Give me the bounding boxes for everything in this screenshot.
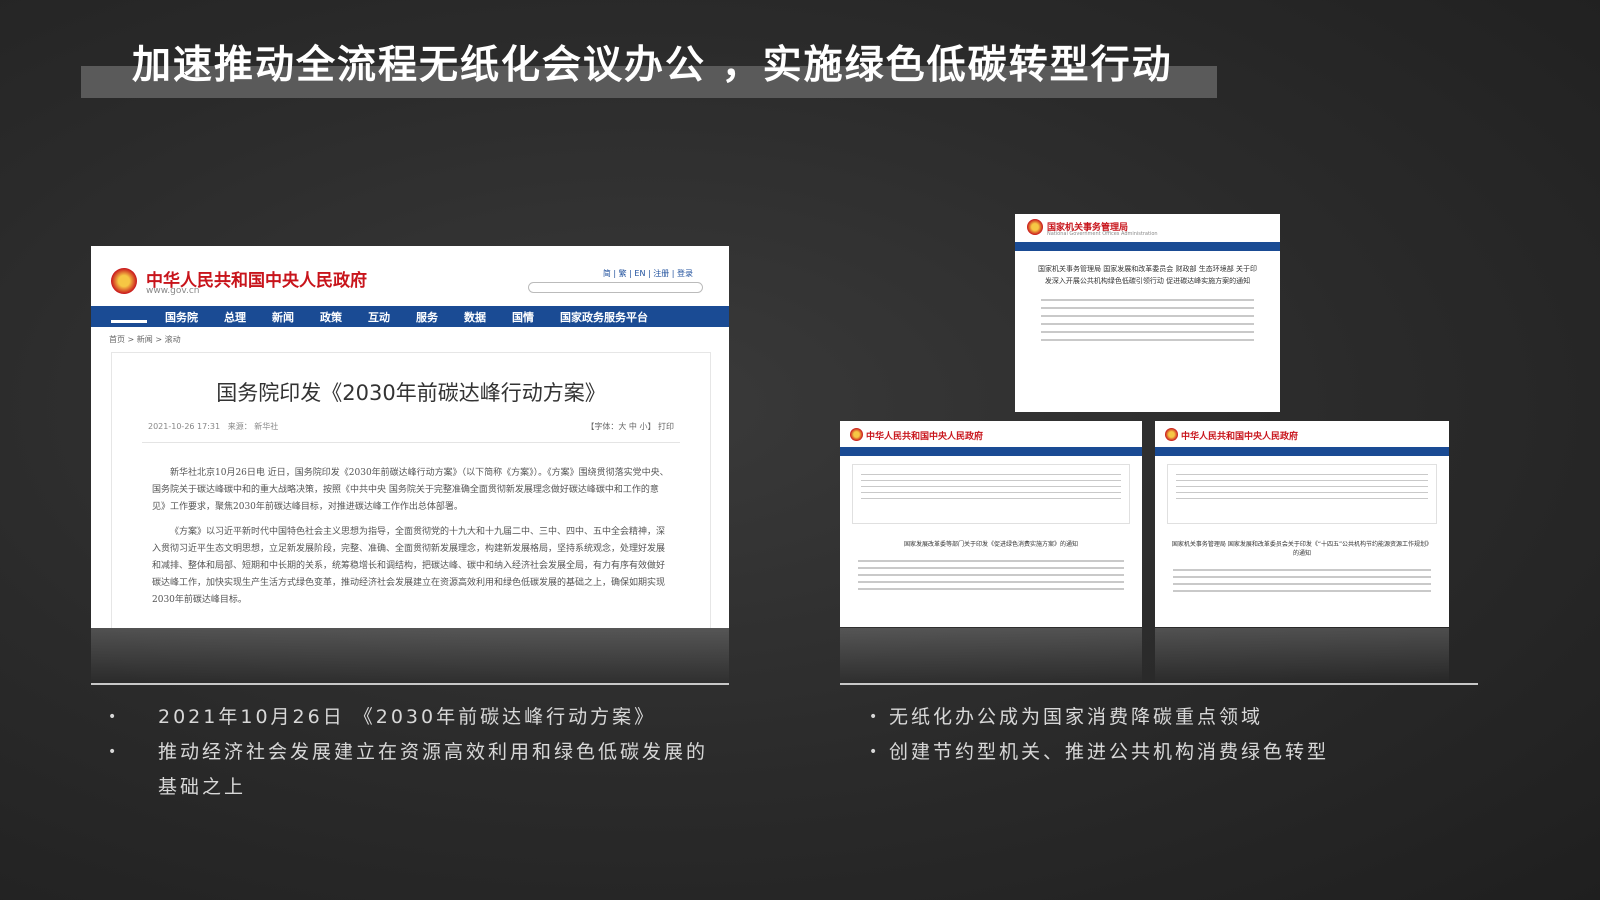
national-emblem-icon	[1165, 428, 1178, 441]
gao-header: 国家机关事务管理局 National Government Offices Ad…	[1015, 214, 1280, 242]
nav-item: 数据	[464, 310, 486, 324]
article-source: 来源： 新华社	[227, 422, 279, 431]
article-title: 国务院印发《2030年前碳达峰行动方案》	[216, 381, 606, 405]
ndrc-notice-screenshot: 中华人民共和国中央人民政府 国家发展改革委等部门关于印发《促进绿色消费实施方案》…	[840, 421, 1142, 627]
gov-site-url: www.gov.cn	[146, 286, 200, 296]
search-input	[528, 282, 703, 293]
plan-notice-screenshot: 中华人民共和国中央人民政府 国家机关事务管理局 国家发展和改革委员会关于印发《“…	[1155, 421, 1449, 627]
national-emblem-icon	[850, 428, 863, 441]
article-box: 国务院印发《2030年前碳达峰行动方案》 2021-10-26 17:31 来源…	[111, 352, 711, 628]
slide-title: 加速推动全流程无纸化会议办公 ，实施绿色低碳转型行动	[132, 43, 1173, 88]
gao-doc-body	[1015, 287, 1280, 353]
bullet-item: 创建节约型机关、推进公共机构消费绿色转型	[869, 735, 1469, 770]
article-body: 新华社北京10月26日电 近日，国务院印发《2030年前碳达峰行动方案》（以下简…	[112, 443, 710, 609]
rs-doc-title: 国家发展改革委等部门关于印发《促进绿色消费实施方案》的通知	[903, 541, 1078, 548]
bullet-list-left: 2021年10月26日 《2030年前碳达峰行动方案》 推动经济社会发展建立在资…	[108, 700, 728, 805]
nav-item: 国家政务服务平台	[560, 310, 648, 324]
rs-doc-body	[1155, 558, 1449, 603]
reflection	[91, 628, 729, 684]
nav-item: 互动	[368, 310, 390, 324]
article-tools: 【字体：大 中 小】 打印	[586, 422, 674, 431]
rs-nav	[840, 447, 1142, 456]
nav-item: 国情	[512, 310, 534, 324]
bullet-list-right: 无纸化办公成为国家消费降碳重点领域 创建节约型机关、推进公共机构消费绿色转型	[869, 700, 1469, 770]
article-paragraph: 《方案》以习近平新时代中国特色社会主义思想为指导，全面贯彻党的十九大和十九届二中…	[152, 527, 666, 605]
gao-nav	[1015, 242, 1280, 251]
home-icon	[111, 311, 147, 323]
reflection	[840, 628, 1142, 684]
rs-nav	[1155, 447, 1449, 456]
nav-item: 国务院	[165, 310, 198, 324]
bullet-item: 2021年10月26日 《2030年前碳达峰行动方案》	[108, 700, 728, 735]
gov-article-screenshot: 中华人民共和国中央人民政府 www.gov.cn 简 | 繁 | EN | 注册…	[91, 246, 729, 628]
rs-header: 中华人民共和国中央人民政府	[840, 421, 1142, 447]
rs-site-name: 中华人民共和国中央人民政府	[1181, 432, 1299, 442]
national-emblem-icon	[111, 268, 137, 294]
rs-doc-title: 国家机关事务管理局 国家发展和改革委员会关于印发《“十四五”公共机构节约能源资源…	[1171, 541, 1433, 557]
gao-site-sub: National Government Offices Administrati…	[1047, 231, 1158, 237]
rs-header: 中华人民共和国中央人民政府	[1155, 421, 1449, 447]
bullet-item: 推动经济社会发展建立在资源高效利用和绿色低碳发展的基础之上	[108, 735, 728, 805]
rs-site-name: 中华人民共和国中央人民政府	[866, 432, 984, 442]
gao-doc-title: 国家机关事务管理局 国家发展和改革委员会 财政部 生态环境部 关于印发深入开展公…	[1038, 265, 1257, 285]
rs-doc-body	[840, 549, 1142, 601]
nav-item: 政策	[320, 310, 342, 324]
rs-info-table	[1167, 464, 1437, 524]
bullet-item: 无纸化办公成为国家消费降碳重点领域	[869, 700, 1469, 735]
divider-right	[840, 683, 1478, 685]
gov-header: 中华人民共和国中央人民政府 www.gov.cn 简 | 繁 | EN | 注册…	[91, 246, 729, 306]
article-date: 2021-10-26 17:31	[148, 422, 221, 431]
nav-item: 服务	[416, 310, 438, 324]
rs-info-table	[852, 464, 1130, 524]
article-meta: 2021-10-26 17:31 来源： 新华社 【字体：大 中 小】 打印	[112, 407, 710, 432]
nav-item: 新闻	[272, 310, 294, 324]
reflection	[1155, 628, 1449, 684]
nav-item: 总理	[224, 310, 246, 324]
article-date-source: 2021-10-26 17:31 来源： 新华社	[148, 421, 278, 432]
breadcrumb: 首页 > 新闻 > 滚动	[109, 335, 181, 344]
divider-left	[91, 683, 729, 685]
header-links: 简 | 繁 | EN | 注册 | 登录	[602, 269, 693, 278]
national-emblem-icon	[1027, 219, 1043, 235]
article-paragraph: 新华社北京10月26日电 近日，国务院印发《2030年前碳达峰行动方案》（以下简…	[152, 468, 669, 512]
gao-notice-screenshot: 国家机关事务管理局 National Government Offices Ad…	[1015, 214, 1280, 412]
gov-nav: 国务院 总理 新闻 政策 互动 服务 数据 国情 国家政务服务平台	[91, 306, 729, 327]
